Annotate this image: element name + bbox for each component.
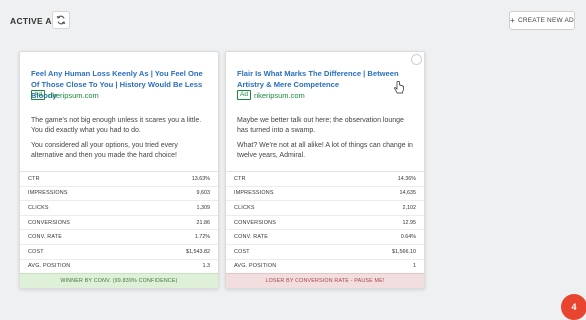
stat-row-clicks: CLICKS 2,102 (226, 201, 424, 216)
stat-label: CONVERSIONS (28, 219, 71, 226)
create-new-ad-label: CREATE NEW AD (517, 17, 574, 24)
winner-status-bar: WINNER BY CONV. (99.839% CONFIDENCE) (20, 273, 218, 288)
stat-label: CLICKS (234, 204, 255, 211)
stat-label: IMPRESSIONS (234, 190, 274, 197)
stat-value: 21.86 (196, 219, 211, 226)
stat-label: AVG. POSITION (28, 263, 71, 270)
stat-value: 1.3 (202, 263, 211, 270)
stat-value: 1,309 (196, 204, 211, 211)
ad-card-1[interactable]: Feel Any Human Loss Keenly As | You Feel… (19, 51, 219, 289)
stat-row-conv-rate: CONV. RATE 1.72% (20, 230, 218, 245)
top-bar: ACTIVE ADS + CREATE NEW AD (0, 0, 586, 44)
stat-value: 2,102 (402, 204, 417, 211)
ad-headline[interactable]: Flair Is What Marks The Difference | Bet… (237, 68, 417, 90)
stat-value: 14,635 (399, 190, 417, 197)
refresh-button[interactable] (52, 11, 70, 29)
ad-badge: Ad (237, 90, 251, 100)
create-new-ad-button[interactable]: + CREATE NEW AD (509, 11, 575, 30)
stat-row-conversions: CONVERSIONS 21.86 (20, 216, 218, 231)
stat-row-avg-position: AVG. POSITION 1.3 (20, 260, 218, 275)
stat-value: 1.72% (194, 234, 210, 241)
stat-row-conversions: CONVERSIONS 12.95 (226, 216, 424, 231)
stat-value: 14.36% (397, 175, 416, 182)
stat-value: 1 (413, 263, 416, 270)
plus-icon: + (510, 15, 515, 25)
stat-row-cost: COST $1,566.10 (226, 245, 424, 260)
loser-status-bar: LOSER BY CONVERSION RATE - PAUSE ME! (226, 273, 424, 288)
stat-value: 12.95 (402, 219, 417, 226)
stat-label: AVG. POSITION (234, 263, 277, 270)
refresh-icon (56, 15, 66, 25)
ad-description-line-2: What? We're not at all alike! A lot of t… (237, 142, 413, 159)
select-radio[interactable] (411, 54, 422, 65)
ad-url-text: rikeripsum.com (47, 90, 99, 100)
stat-row-ctr: CTR 13.63% (20, 172, 218, 187)
stat-row-impressions: IMPRESSIONS 14,635 (226, 187, 424, 202)
stat-label: CONV. RATE (234, 234, 269, 241)
ad-description-line-1: The game's not big enough unless it scar… (31, 117, 202, 134)
ad-description-line-2: You considered all your options, you tri… (31, 142, 178, 159)
stat-row-avg-position: AVG. POSITION 1 (226, 260, 424, 275)
stat-row-conv-rate: CONV. RATE 0.64% (226, 230, 424, 245)
stat-value: 9,603 (196, 190, 211, 197)
stat-value: 0.64% (400, 234, 416, 241)
ad-url-text: rikeripsum.com (253, 90, 305, 100)
ad-description-line-1: Maybe we better talk out here; the obser… (237, 117, 404, 134)
stat-label: CONV. RATE (28, 234, 63, 241)
stat-row-impressions: IMPRESSIONS 9,603 (20, 187, 218, 202)
ad-badge: Ad (31, 90, 45, 100)
stat-label: CONVERSIONS (234, 219, 277, 226)
stat-label: COST (28, 248, 44, 255)
stat-row-cost: COST $1,543.82 (20, 245, 218, 260)
stat-value: $1,543.82 (186, 248, 210, 255)
stat-row-clicks: CLICKS 1,309 (20, 201, 218, 216)
ad-stats-table: CTR 14.36% IMPRESSIONS 14,635 CLICKS 2,102 … (226, 171, 424, 275)
ad-description: The game's not big enough unless it scar… (31, 116, 211, 166)
stat-row-ctr: CTR 14.36% (226, 172, 424, 187)
stat-label: COST (234, 248, 250, 255)
pointer-cursor-icon (394, 81, 404, 94)
ad-stats-table: CTR 13.63% IMPRESSIONS 9,603 CLICKS 1,309 C… (20, 171, 218, 275)
stat-value: $1,566.10 (392, 248, 416, 255)
ad-display-url: Ad rikeripsum.com (237, 90, 305, 100)
stat-label: CTR (28, 175, 40, 182)
ad-display-url: Ad rikeripsum.com (31, 90, 99, 100)
stat-label: IMPRESSIONS (28, 190, 68, 197)
stat-label: CLICKS (28, 204, 49, 211)
notification-badge[interactable]: 4 (561, 294, 586, 320)
stat-value: 13.63% (191, 175, 210, 182)
stat-label: CTR (234, 175, 246, 182)
ad-description: Maybe we better talk out here; the obser… (237, 116, 417, 166)
